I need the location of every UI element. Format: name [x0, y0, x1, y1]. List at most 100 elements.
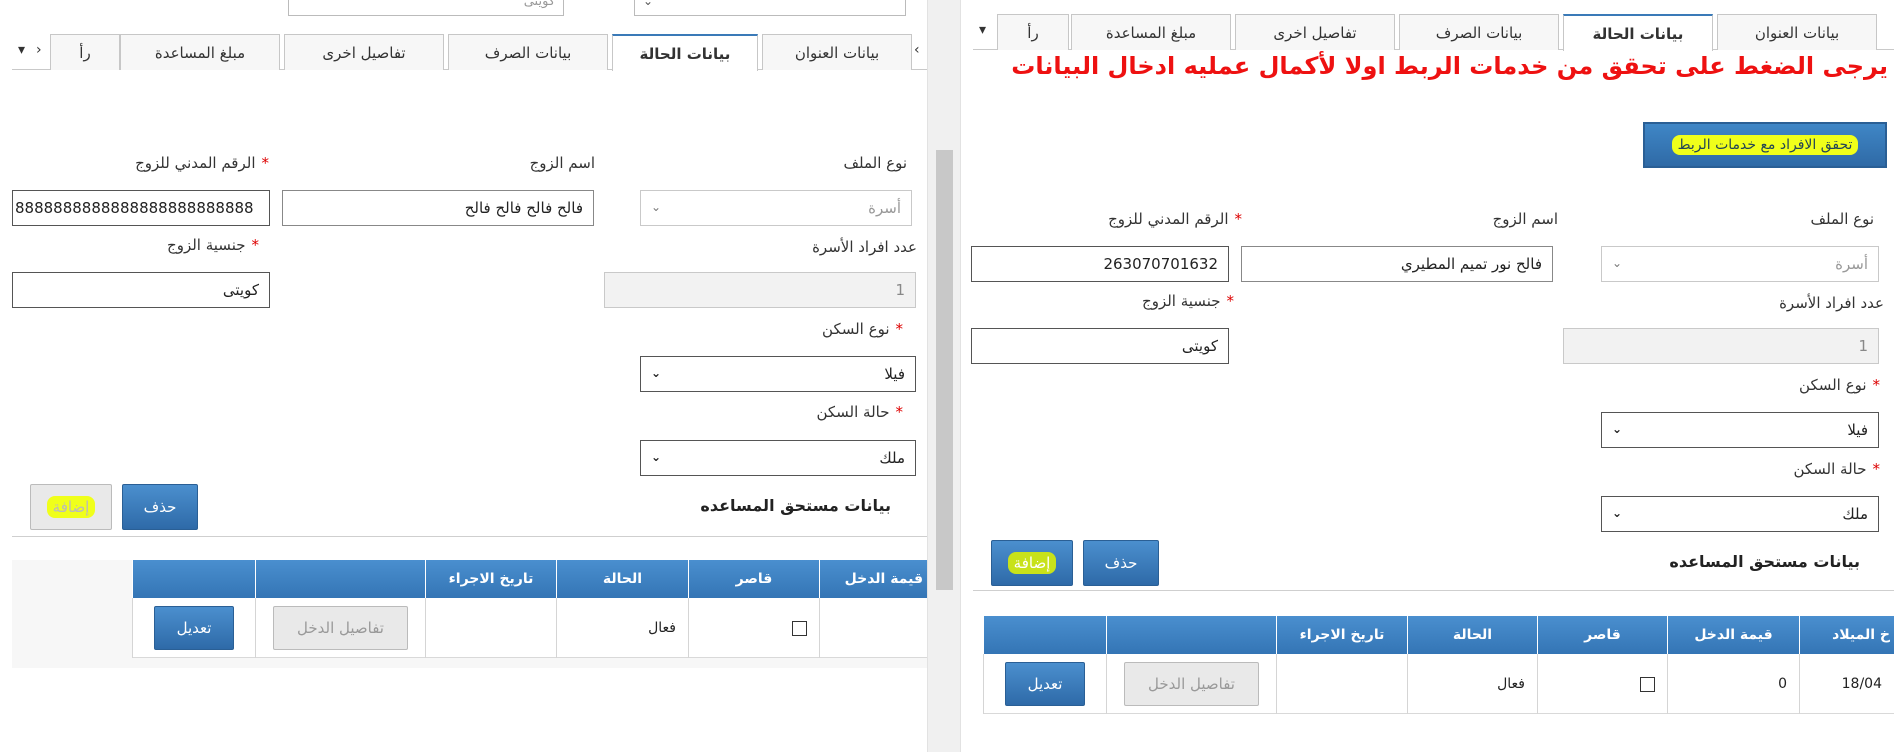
chevron-down-icon: ⌄	[651, 366, 662, 380]
verify-services-button[interactable]: تحقق الافراد مع خدمات الربط	[1643, 122, 1887, 168]
td-income-value: 0	[1667, 654, 1799, 714]
chevron-left-icon[interactable]: ‹	[914, 42, 920, 58]
tab-address-data[interactable]: بيانات العنوان	[762, 34, 912, 70]
th-action-date: تاريخ الاجراء	[425, 560, 556, 598]
spouse-name-label: اسم الزوج	[1492, 210, 1558, 228]
delete-button[interactable]: حذف	[1083, 540, 1159, 586]
top-select-stub-2[interactable]: كويتى	[288, 0, 564, 16]
housing-type-select[interactable]: فيلا ⌄	[640, 356, 916, 392]
edit-button[interactable]: تعديل	[154, 606, 234, 650]
caret-down-icon[interactable]: ▾	[18, 42, 25, 58]
housing-status-select[interactable]: ملك ⌄	[640, 440, 916, 476]
th-empty-2	[132, 560, 255, 598]
chevron-down-icon: ⌄	[643, 0, 654, 8]
spouse-nationality-label: *جنسية الزوج	[167, 236, 259, 254]
caret-down-icon[interactable]: ▾	[979, 22, 986, 38]
td-action-date	[425, 598, 556, 658]
income-details-button[interactable]: تفاصيل الدخل	[1124, 662, 1259, 706]
minor-checkbox[interactable]	[1640, 676, 1655, 692]
housing-status-select[interactable]: ملك ⌄	[1601, 496, 1879, 532]
tab-other-details[interactable]: تفاصيل اخرى	[284, 34, 444, 70]
chevron-right-icon[interactable]: ›	[36, 42, 42, 58]
section-divider	[973, 590, 1894, 591]
chevron-down-icon: ⌄	[1612, 506, 1623, 520]
tab-bar: ▾ › رأ مبلغ المساعدة تفاصيل اخرى بيانات …	[12, 34, 927, 71]
td-minor	[688, 598, 819, 658]
file-type-label: نوع الملف	[843, 154, 907, 172]
td-status: فعال	[556, 598, 688, 658]
tab-case-data[interactable]: بيانات الحالة	[1563, 14, 1713, 51]
warning-banner: يرجى الضغط على تحقق من خدمات الربط اولا …	[1011, 52, 1888, 80]
th-empty-1	[255, 560, 425, 598]
td-status: فعال	[1407, 654, 1537, 714]
spouse-nationality-label: *جنسية الزوج	[1142, 292, 1234, 310]
th-empty-2	[983, 616, 1106, 654]
add-button[interactable]: إضافة	[991, 540, 1073, 586]
scrollbar[interactable]	[927, 0, 961, 752]
edit-button[interactable]: تعديل	[1005, 662, 1085, 706]
th-action-date: تاريخ الاجراء	[1276, 616, 1407, 654]
family-count-label: عدد افراد الأسرة	[1779, 294, 1884, 312]
td-income-details: تفاصيل الدخل	[1106, 654, 1276, 714]
spouse-civil-id-input[interactable]: 263070701632	[971, 246, 1229, 282]
chevron-down-icon: ⌄	[651, 200, 662, 214]
housing-type-label: *نوع السكن	[822, 320, 903, 338]
table-header: تاريخ الاجراء الحالة قاصر قيمة الدخل خ ا…	[983, 616, 1894, 654]
tab-case-data[interactable]: بيانات الحالة	[612, 34, 758, 71]
beneficiary-section-title: بيانات مستحق المساعده	[1669, 552, 1860, 571]
chevron-down-icon: ⌄	[651, 450, 662, 464]
family-count-input[interactable]: 1	[1563, 328, 1879, 364]
tab-other-details[interactable]: تفاصيل اخرى	[1235, 14, 1395, 50]
income-details-button[interactable]: تفاصيل الدخل	[273, 606, 408, 650]
chevron-down-icon: ⌄	[1612, 256, 1623, 270]
file-type-label: نوع الملف	[1810, 210, 1874, 228]
family-count-input[interactable]: 1	[604, 272, 916, 308]
left-panel: ⌄ كويتى ▾ › رأ مبلغ المساعدة تفاصيل اخرى…	[0, 0, 927, 752]
td-minor	[1537, 654, 1667, 714]
family-count-label: عدد افراد الأسرة	[812, 238, 917, 256]
spouse-nationality-input[interactable]: كويتى	[971, 328, 1229, 364]
tab-aid-amount[interactable]: مبلغ المساعدة	[120, 34, 280, 70]
td-income-value	[819, 598, 927, 658]
right-panel: ▾ رأ مبلغ المساعدة تفاصيل اخرى بيانات ال…	[961, 0, 1894, 752]
housing-status-label: *حالة السكن	[1793, 460, 1880, 478]
td-income-details: تفاصيل الدخل	[255, 598, 425, 658]
td-edit: تعديل	[983, 654, 1106, 714]
spouse-name-label: اسم الزوج	[529, 154, 595, 172]
tab-address-data[interactable]: بيانات العنوان	[1717, 14, 1877, 50]
file-type-select[interactable]: أسرة ⌄	[640, 190, 912, 226]
tab-opinion[interactable]: رأ	[50, 34, 120, 70]
top-select-stub-1[interactable]: ⌄	[634, 0, 906, 16]
spouse-civil-id-label: *الرقم المدني للزوج	[1108, 210, 1242, 228]
delete-button[interactable]: حذف	[122, 484, 198, 530]
spouse-nationality-input[interactable]: كويتى	[12, 272, 270, 308]
th-birth-date: خ الميلاد	[1799, 616, 1894, 654]
minor-checkbox[interactable]	[792, 620, 807, 636]
housing-status-label: *حالة السكن	[816, 403, 903, 421]
td-action-date	[1276, 654, 1407, 714]
beneficiary-section-title: بيانات مستحق المساعده	[700, 496, 891, 515]
td-edit: تعديل	[132, 598, 255, 658]
file-type-select[interactable]: أسرة ⌄	[1601, 246, 1879, 282]
th-income-value: قيمة الدخل	[819, 560, 927, 598]
th-status: الحالة	[1407, 616, 1537, 654]
housing-type-label: *نوع السكن	[1799, 376, 1880, 394]
add-button[interactable]: إضافة	[30, 484, 112, 530]
tab-payment-data[interactable]: بيانات الصرف	[1399, 14, 1559, 50]
spouse-civil-id-input[interactable]: 8888888888888888888888888	[12, 190, 270, 226]
tab-aid-amount[interactable]: مبلغ المساعدة	[1071, 14, 1231, 50]
spouse-name-input[interactable]: فالح نور تميم المطيري	[1241, 246, 1553, 282]
th-empty-1	[1106, 616, 1276, 654]
spouse-civil-id-label: *الرقم المدني للزوج	[135, 154, 269, 172]
tab-payment-data[interactable]: بيانات الصرف	[448, 34, 608, 70]
td-birth-date: 18/04	[1799, 654, 1894, 714]
tab-opinion[interactable]: رأ	[997, 14, 1069, 50]
th-minor: قاصر	[688, 560, 819, 598]
housing-type-select[interactable]: فيلا ⌄	[1601, 412, 1879, 448]
table-row: تعديل تفاصيل الدخل فعال	[132, 598, 927, 658]
tab-bar: ▾ رأ مبلغ المساعدة تفاصيل اخرى بيانات ال…	[973, 14, 1894, 51]
spouse-name-input[interactable]: فالح فالح فالح فالح	[282, 190, 594, 226]
scrollbar-thumb[interactable]	[936, 150, 953, 590]
chevron-down-icon: ⌄	[1612, 422, 1623, 436]
table-header: تاريخ الاجراء الحالة قاصر قيمة الدخل	[132, 560, 927, 598]
